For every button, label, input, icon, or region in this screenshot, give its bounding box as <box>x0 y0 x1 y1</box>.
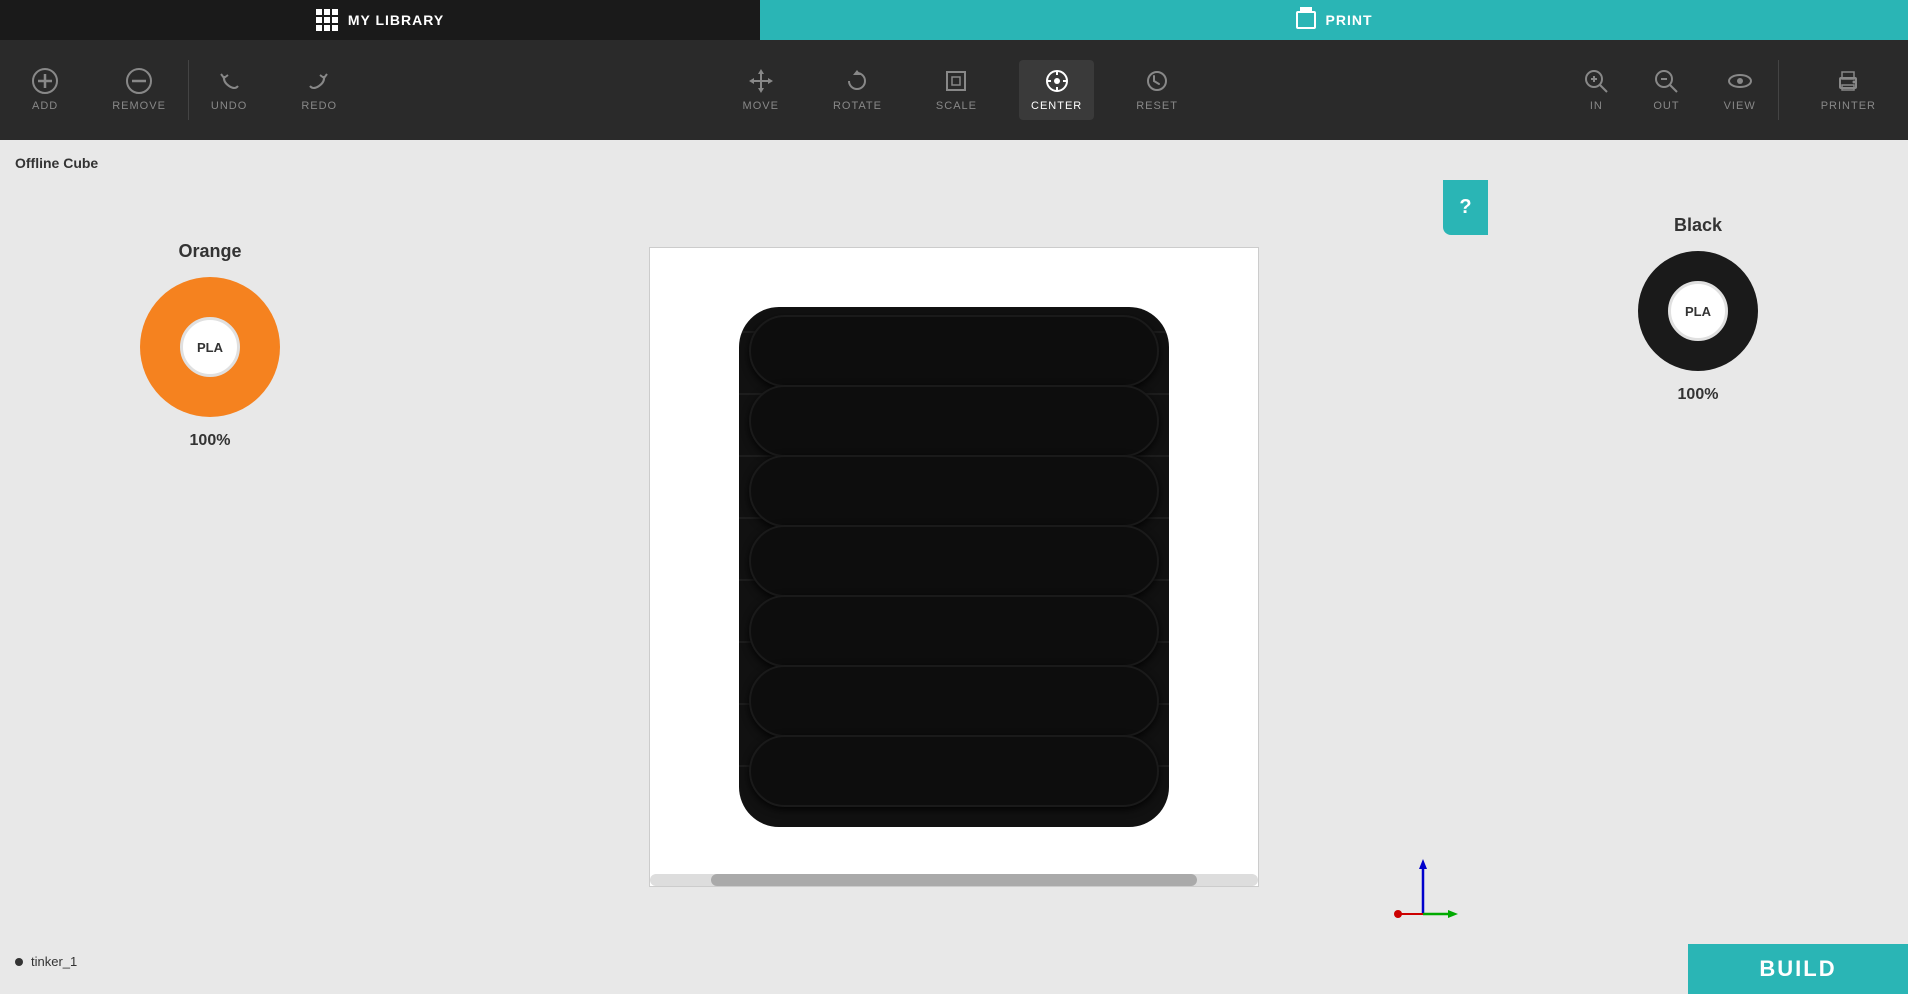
print-label: PRINT <box>1326 12 1373 28</box>
right-tools: PRINTER <box>1809 60 1888 120</box>
redo-label: REDO <box>301 100 337 112</box>
zoom-group: IN OUT VIEW <box>1571 60 1767 120</box>
view-label: VIEW <box>1724 100 1756 112</box>
printer-icon <box>1835 68 1861 94</box>
right-filament-spool[interactable]: PLA <box>1638 251 1758 371</box>
left-filament-spool[interactable]: PLA <box>140 277 280 417</box>
layer-3 <box>749 455 1159 527</box>
right-filament-display: Black PLA 100% <box>1638 215 1758 404</box>
zoom-out-icon <box>1653 68 1679 94</box>
bed-scrollbar[interactable] <box>650 874 1258 886</box>
left-filament-display: Orange PLA 100% <box>15 241 405 450</box>
print-object <box>739 307 1169 827</box>
print-bed[interactable] <box>649 247 1259 887</box>
add-button[interactable]: ADD <box>20 60 70 120</box>
rotate-icon <box>844 68 870 94</box>
tool-group-history: UNDO REDO <box>199 60 349 120</box>
axes-indicator <box>1388 854 1458 924</box>
scale-label: SCALE <box>936 100 977 112</box>
remove-button[interactable]: REMOVE <box>100 60 178 120</box>
center-icon <box>1044 68 1070 94</box>
separator-1 <box>188 60 189 120</box>
zoom-out-button[interactable]: OUT <box>1641 60 1691 120</box>
object-name: tinker_1 <box>31 954 77 969</box>
redo-icon <box>306 68 332 94</box>
panel-title: Offline Cube <box>15 155 405 171</box>
left-filament-type: PLA <box>197 340 223 355</box>
reset-button[interactable]: RESET <box>1124 60 1190 120</box>
out-label: OUT <box>1653 100 1679 112</box>
undo-icon <box>216 68 242 94</box>
add-label: ADD <box>32 100 58 112</box>
redo-button[interactable]: REDO <box>289 60 349 120</box>
undo-label: UNDO <box>211 100 247 112</box>
grid-icon <box>316 9 338 31</box>
move-icon <box>748 68 774 94</box>
toolbar: ADD REMOVE UNDO REDO <box>0 40 1908 140</box>
right-filament-type: PLA <box>1685 304 1711 319</box>
left-spool-inner: PLA <box>180 317 240 377</box>
rotate-button[interactable]: ROTATE <box>821 60 894 120</box>
list-bullet <box>15 958 23 966</box>
reset-icon <box>1144 68 1170 94</box>
scrollbar-thumb[interactable] <box>711 874 1197 886</box>
right-filament-name: Black <box>1674 215 1722 236</box>
build-button[interactable]: BUILD <box>1688 944 1908 994</box>
center-button[interactable]: CENTER <box>1019 60 1094 120</box>
remove-icon <box>126 68 152 94</box>
main-content: Offline Cube Orange PLA 100% tinker_1 <box>0 140 1908 994</box>
left-filament-percent: 100% <box>190 432 231 450</box>
view-icon <box>1727 68 1753 94</box>
tool-group-left: ADD REMOVE <box>20 60 178 120</box>
build-label: BUILD <box>1759 956 1836 982</box>
layer-5 <box>749 595 1159 667</box>
print-tab[interactable]: PRINT <box>760 0 1908 40</box>
help-button[interactable]: ? <box>1443 180 1488 235</box>
layer-2 <box>749 385 1159 457</box>
library-tab[interactable]: MY LIBRARY <box>0 0 760 40</box>
canvas-area[interactable] <box>420 140 1488 994</box>
move-button[interactable]: MOVE <box>731 60 791 120</box>
view-button[interactable]: VIEW <box>1712 60 1768 120</box>
tool-group-transform: MOVE ROTATE SCALE CE <box>731 60 1190 120</box>
library-label: MY LIBRARY <box>348 12 444 28</box>
move-label: MOVE <box>743 100 779 112</box>
left-filament-name: Orange <box>178 241 241 262</box>
in-label: IN <box>1590 100 1603 112</box>
add-icon <box>32 68 58 94</box>
list-item[interactable]: tinker_1 <box>15 954 405 969</box>
left-panel: Offline Cube Orange PLA 100% tinker_1 <box>0 140 420 994</box>
header: MY LIBRARY PRINT <box>0 0 1908 40</box>
layer-7 <box>749 735 1159 807</box>
undo-button[interactable]: UNDO <box>199 60 259 120</box>
layer-4 <box>749 525 1159 597</box>
printer-label: PRINTER <box>1821 100 1876 112</box>
zoom-in-icon <box>1583 68 1609 94</box>
layer-6 <box>749 665 1159 737</box>
right-filament-percent: 100% <box>1678 386 1719 404</box>
zoom-in-button[interactable]: IN <box>1571 60 1621 120</box>
center-label: CENTER <box>1031 100 1082 112</box>
separator-2 <box>1778 60 1779 120</box>
print-icon <box>1296 11 1316 29</box>
layer-1 <box>749 315 1159 387</box>
remove-label: REMOVE <box>112 100 166 112</box>
scale-button[interactable]: SCALE <box>924 60 989 120</box>
reset-label: RESET <box>1136 100 1178 112</box>
object-list: tinker_1 <box>15 954 405 979</box>
printer-button[interactable]: PRINTER <box>1809 60 1888 120</box>
right-panel: Black PLA 100% <box>1488 140 1908 994</box>
rotate-label: ROTATE <box>833 100 882 112</box>
help-label: ? <box>1459 196 1471 219</box>
scale-icon <box>943 68 969 94</box>
right-spool-inner: PLA <box>1668 281 1728 341</box>
